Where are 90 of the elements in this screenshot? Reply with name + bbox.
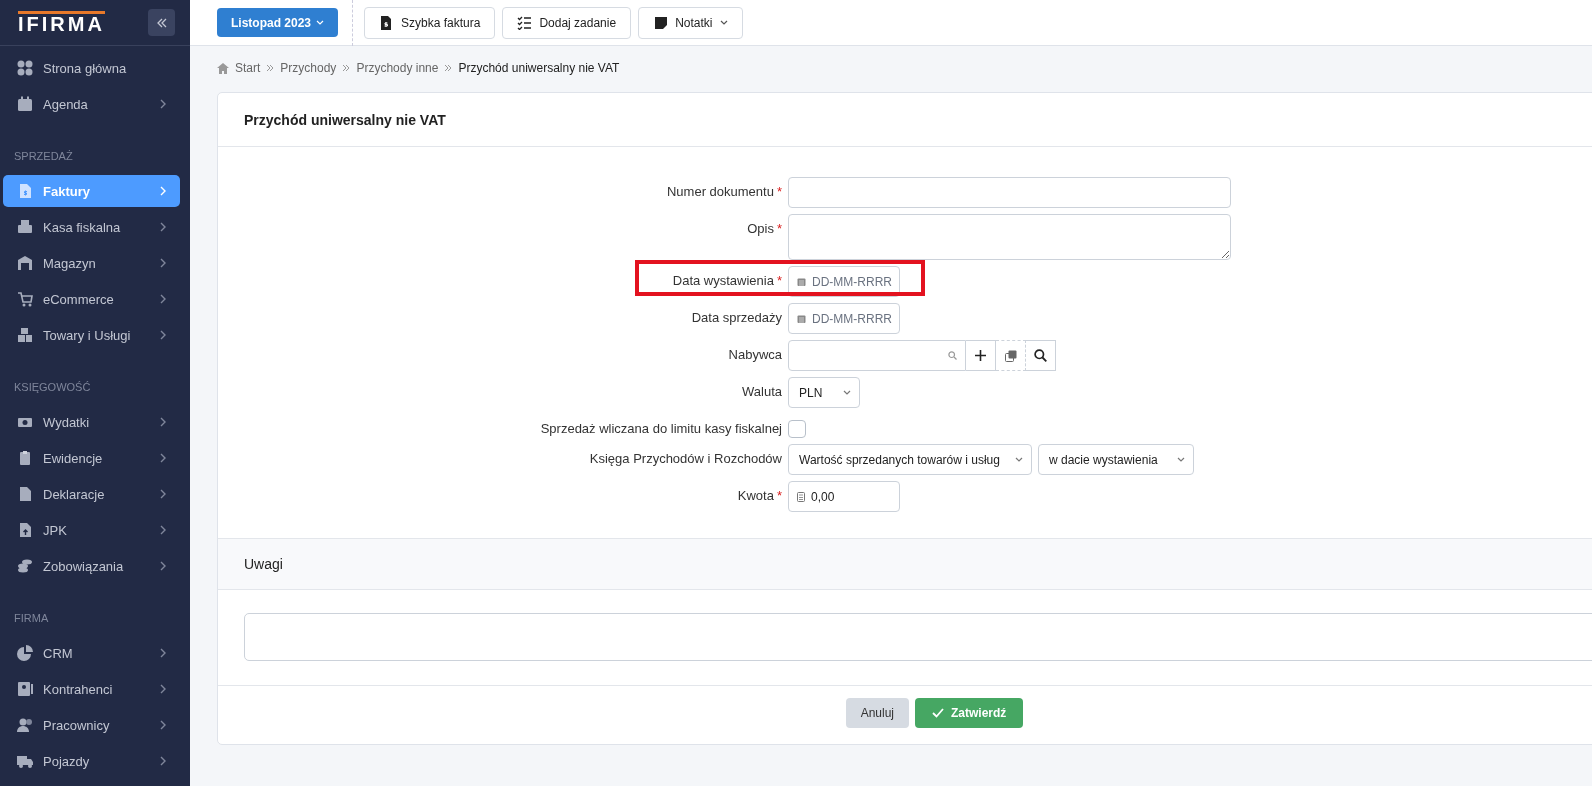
sidebar-item[interactable]: Kasa fiskalna (3, 211, 180, 243)
file-upload-icon (17, 522, 33, 538)
period-button[interactable]: Listopad 2023 (217, 8, 339, 37)
checkbox[interactable] (788, 420, 806, 438)
double-chevron-right-icon (266, 64, 275, 72)
logo: IFIRMA (18, 11, 105, 34)
field-label: Numer dokumentu (667, 184, 774, 199)
note-icon (653, 15, 669, 30)
text-area[interactable] (788, 214, 1231, 260)
checkmark-icon (932, 708, 944, 718)
clipboard-icon (17, 450, 33, 466)
truck-icon (17, 753, 33, 769)
select-field[interactable]: PLN (788, 377, 860, 408)
section-title: Uwagi (244, 556, 283, 572)
required-mark: * (776, 488, 782, 503)
cart-icon (17, 291, 33, 307)
sidebar-item[interactable]: Ewidencje (3, 442, 180, 474)
contact-card-icon (17, 681, 33, 697)
home-icon (217, 62, 229, 74)
sidebar-item[interactable]: Strona główna (3, 52, 180, 84)
boxes-icon (17, 327, 33, 343)
field-label: Opis (747, 221, 774, 236)
sidebar-item[interactable]: Kontrahenci (3, 673, 180, 705)
amount-field[interactable]: 0,00 (788, 481, 900, 512)
sidebar-item[interactable]: Magazyn (3, 247, 180, 279)
field-label: Data sprzedaży (691, 310, 782, 325)
section-heading: SPRZEDAŻ (13, 149, 74, 164)
field-label: Data wystawienia (672, 273, 774, 288)
calendar-icon (797, 313, 806, 324)
section-heading: FIRMA (13, 611, 50, 626)
breadcrumb-link[interactable]: Przychody (280, 61, 337, 75)
field-label: Nabywca (728, 347, 782, 362)
search-button[interactable] (1026, 340, 1056, 371)
caret-down-icon (843, 390, 851, 395)
sidebar-item[interactable]: Wydatki (3, 406, 180, 438)
coins-icon (17, 558, 33, 574)
date-field[interactable]: DD-MM-RRRR (788, 303, 900, 334)
sidebar-item[interactable]: Deklaracje (3, 478, 180, 510)
select-field[interactable]: w dacie wystawienia (1038, 444, 1194, 475)
field-label: Kwota (737, 488, 774, 503)
checklist-icon (517, 15, 533, 30)
toolbar-button[interactable]: Szybka faktura (364, 6, 496, 39)
field-label: Sprzedaż wliczana do limitu kasy fiskalnej (540, 421, 782, 436)
copy-icon (1004, 349, 1017, 362)
field-label: Waluta (742, 384, 782, 399)
sidebar-item[interactable]: eCommerce (3, 283, 180, 315)
pie-chart-icon (17, 645, 33, 661)
sidebar-item[interactable]: Zobowiązania (3, 550, 180, 582)
copy-button[interactable] (996, 340, 1026, 371)
toolbar-button[interactable]: Notatki (638, 6, 743, 39)
dots-icon (17, 60, 33, 76)
notes-field[interactable] (244, 613, 1592, 661)
sidebar-item[interactable]: Agenda (3, 88, 180, 120)
file-icon (17, 486, 33, 502)
search-icon (1034, 349, 1047, 362)
sidebar-item[interactable]: Pracownicy (3, 709, 180, 741)
toolbar-button[interactable]: Dodaj zadanie (502, 6, 632, 39)
users-icon (17, 717, 33, 733)
form-title: Przychód uniwersalny nie VAT (244, 111, 446, 128)
caret-down-icon (1015, 457, 1023, 462)
sidebar-item[interactable]: JPK (3, 514, 180, 546)
double-chevron-right-icon (444, 64, 453, 72)
collapse-button[interactable] (148, 9, 175, 36)
document-icon (17, 183, 33, 199)
plus-icon (975, 350, 986, 361)
cash-register-icon (17, 219, 33, 235)
required-mark: * (776, 221, 782, 236)
breadcrumb-link[interactable]: Przychody inne (356, 61, 439, 75)
sidebar-item[interactable]: Towary i Usługi (3, 319, 180, 351)
text-field[interactable] (788, 177, 1231, 208)
double-chevron-left-icon (156, 17, 167, 28)
required-mark: * (776, 273, 782, 288)
field-label: Księga Przychodów i Rozchodów (589, 451, 782, 466)
calendar-icon (797, 276, 806, 287)
search-field[interactable] (788, 340, 966, 371)
select-field[interactable]: Wartość sprzedanych towarów i usług (788, 444, 1032, 475)
required-mark: * (776, 184, 782, 199)
search-icon (948, 351, 957, 360)
caret-down-icon (316, 20, 325, 25)
section-heading: KSIĘGOWOŚĆ (13, 380, 92, 395)
add-button[interactable] (966, 340, 996, 371)
caret-down-icon (1177, 457, 1185, 462)
calendar-icon (17, 96, 33, 112)
sidebar-item[interactable]: CRM (3, 637, 180, 669)
breadcrumb-link[interactable]: Start (235, 61, 261, 75)
cancel-button[interactable]: Anuluj (845, 698, 909, 728)
sidebar-item[interactable]: Pojazdy (3, 745, 180, 777)
double-chevron-right-icon (342, 64, 351, 72)
calculator-icon (797, 491, 805, 502)
warehouse-icon (17, 255, 33, 271)
